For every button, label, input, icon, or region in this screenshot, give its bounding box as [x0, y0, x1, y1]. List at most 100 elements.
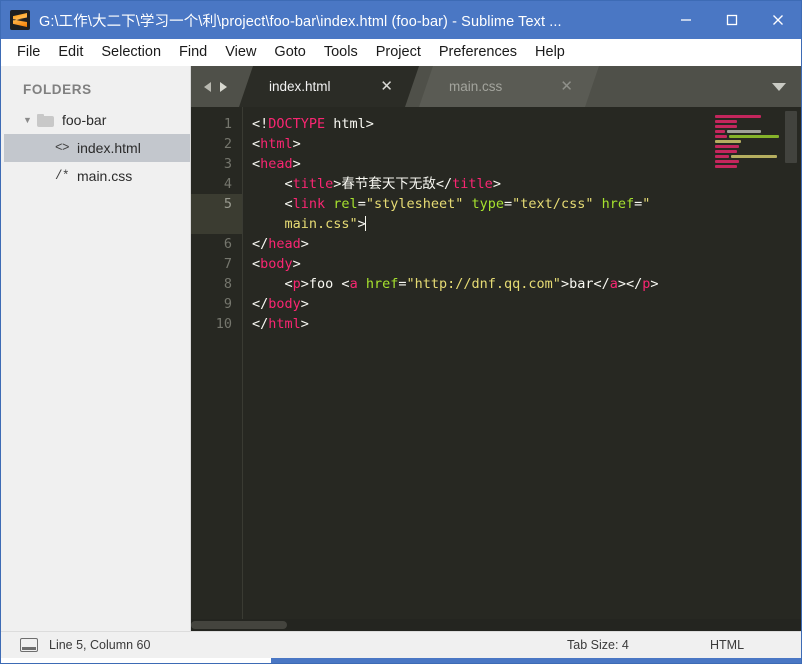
- code-line: <p>foo <a href="http://dnf.qq.com">bar</…: [252, 274, 709, 294]
- line-number: 4: [223, 176, 232, 192]
- code-token: html: [260, 136, 293, 152]
- menu-item-preferences[interactable]: Preferences: [430, 41, 526, 64]
- menu-item-view[interactable]: View: [216, 41, 265, 64]
- menu-item-help[interactable]: Help: [526, 41, 574, 64]
- code-line: <link rel="stylesheet" type="text/css" h…: [252, 194, 709, 214]
- code-token: >: [300, 236, 309, 252]
- editor-pane: index.html ✕ main.css ✕ 1 2 3 4 5 6 7 8 …: [191, 66, 801, 631]
- code-token: <: [252, 196, 293, 212]
- line-number: 10: [215, 316, 232, 332]
- sidebar-item-main-css[interactable]: /* main.css: [1, 162, 190, 190]
- code-token: head: [260, 156, 293, 172]
- horizontal-scrollbar[interactable]: [191, 619, 801, 631]
- arrow-left-icon[interactable]: [202, 80, 214, 94]
- code-token: >bar</: [560, 276, 610, 292]
- window-title: G:\工作\大二下\学习一个\利\project\foo-bar\index.h…: [39, 13, 562, 30]
- folder-label: foo-bar: [62, 112, 107, 128]
- code-token: =: [357, 196, 366, 212]
- code-line: <!DOCTYPE html>: [252, 114, 709, 134]
- minimap-segment: [731, 155, 777, 158]
- menu-item-edit[interactable]: Edit: [49, 41, 92, 64]
- code-token: >: [492, 176, 501, 192]
- minimap-segment: [715, 150, 737, 153]
- workspace: FOLDERS ▼ foo-bar <> index.html /* main.…: [1, 66, 801, 631]
- code-token: html: [268, 316, 301, 332]
- sidebar-folder-foo-bar[interactable]: ▼ foo-bar: [1, 106, 190, 134]
- code-line: <head>: [252, 154, 709, 174]
- code-token: rel: [333, 196, 358, 212]
- code-token: >: [650, 276, 659, 292]
- tab-index-html[interactable]: index.html ✕: [239, 66, 419, 107]
- code-token: link: [292, 196, 326, 212]
- window-controls: [663, 1, 801, 39]
- code-token: >: [300, 316, 309, 332]
- code-token: href: [365, 276, 399, 292]
- minimap-segment: [715, 120, 737, 123]
- code-token: "text/css": [512, 196, 594, 212]
- code-editor[interactable]: 1 2 3 4 5 6 7 8 9 10 <!DOCTYPE html> <htm…: [191, 107, 801, 619]
- syntax-status[interactable]: HTML: [710, 638, 744, 652]
- menu-item-file[interactable]: File: [8, 41, 49, 64]
- minimap-segment: [727, 130, 761, 133]
- code-token: <: [252, 256, 261, 272]
- code-token: </: [252, 316, 269, 332]
- minimap-line: [709, 165, 801, 168]
- code-token: html>: [325, 116, 374, 132]
- code-token: <: [252, 156, 261, 172]
- cursor-position-status[interactable]: Line 5, Column 60: [49, 638, 150, 652]
- tab-size-status[interactable]: Tab Size: 4: [567, 638, 629, 652]
- minimap-viewport[interactable]: [785, 111, 797, 163]
- sidebar-edge: [1, 66, 4, 631]
- code-token: "stylesheet": [365, 196, 464, 212]
- tab-label: main.css: [449, 79, 503, 94]
- code-token: a: [349, 276, 358, 292]
- code-token: "http://dnf.qq.com": [406, 276, 561, 292]
- line-number: 7: [223, 256, 232, 272]
- tab-list-menu-icon[interactable]: [757, 66, 801, 107]
- sidebar-item-label: main.css: [77, 168, 133, 184]
- minimize-icon[interactable]: [663, 1, 709, 39]
- code-line: <html>: [252, 134, 709, 154]
- scrollbar-thumb[interactable]: [191, 621, 287, 629]
- minimap-segment: [715, 130, 725, 133]
- code-content[interactable]: <!DOCTYPE html> <html> <head> <title>春节套天下…: [243, 107, 709, 619]
- text-cursor: [364, 216, 366, 231]
- code-line: </head>: [252, 234, 709, 254]
- code-token: >: [292, 156, 301, 172]
- chevron-down-icon[interactable]: ▼: [23, 115, 37, 125]
- code-token: >foo <: [300, 276, 350, 292]
- code-line: </body>: [252, 294, 709, 314]
- code-token: >: [300, 296, 309, 312]
- display-icon: [20, 638, 38, 652]
- close-icon[interactable]: ✕: [560, 79, 573, 94]
- line-number-gutter: 1 2 3 4 5 6 7 8 9 10: [191, 107, 243, 619]
- close-icon[interactable]: ✕: [380, 79, 393, 94]
- menu-item-tools[interactable]: Tools: [315, 41, 367, 64]
- code-token: DOCTYPE: [268, 116, 326, 132]
- menu-item-find[interactable]: Find: [170, 41, 216, 64]
- tab-main-css[interactable]: main.css ✕: [419, 66, 599, 107]
- tab-navigation[interactable]: [191, 66, 239, 107]
- menu-item-project[interactable]: Project: [367, 41, 430, 64]
- code-token: ": [642, 196, 651, 212]
- arrow-right-icon[interactable]: [217, 80, 229, 94]
- minimap-segment: [715, 135, 727, 138]
- sidebar-item-index-html[interactable]: <> index.html: [1, 134, 190, 162]
- code-token: =: [504, 196, 513, 212]
- minimap-segment: [715, 165, 737, 168]
- menu-item-goto[interactable]: Goto: [265, 41, 314, 64]
- line-number: 1: [223, 116, 232, 132]
- menu-item-selection[interactable]: Selection: [92, 41, 170, 64]
- tab-label: index.html: [269, 79, 331, 94]
- minimap-segment: [715, 125, 737, 128]
- close-icon[interactable]: [755, 1, 801, 39]
- minimap[interactable]: [709, 107, 801, 619]
- code-token: ></: [617, 276, 643, 292]
- code-line: <title>春节套天下无敌</title>: [252, 174, 709, 194]
- code-token: main.css": [284, 216, 358, 232]
- minimap-segment: [715, 160, 739, 163]
- maximize-icon[interactable]: [709, 1, 755, 39]
